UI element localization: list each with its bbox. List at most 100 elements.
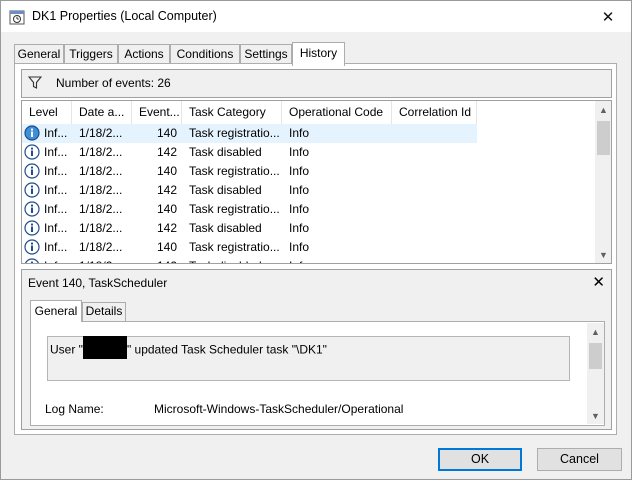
table-row[interactable]: Inf... 1/18/2... 140 Task registratio... Inf…: [22, 162, 477, 181]
tab-actions[interactable]: Actions: [118, 44, 170, 65]
filter-icon[interactable]: [28, 76, 42, 90]
history-panel: Number of events: 26 Level Date a... Eve…: [14, 63, 617, 435]
cell-task-category: Task registratio...: [189, 164, 280, 178]
column-header-task-category[interactable]: Task Category: [182, 101, 282, 124]
cell-operational-code: Info: [289, 202, 310, 216]
detail-tab-general[interactable]: General: [30, 300, 82, 322]
tab-conditions[interactable]: Conditions: [170, 44, 240, 65]
detail-scroll-up-arrow-icon[interactable]: ▲: [587, 323, 604, 340]
cell-date: 1/18/2...: [79, 257, 131, 263]
info-icon: [24, 163, 40, 179]
cell-date: 1/18/2...: [79, 240, 123, 254]
event-message: User " " updated Task Scheduler task "\DK…: [50, 336, 327, 359]
cell-date: 1/18/2...: [79, 145, 123, 159]
info-icon: [24, 144, 40, 160]
column-header-correlation-id[interactable]: Correlation Id: [392, 101, 477, 124]
info-icon: [24, 125, 40, 141]
tab-triggers[interactable]: Triggers: [64, 44, 118, 65]
history-toolbar: Number of events: 26: [21, 69, 612, 98]
cell-operational-code: Info: [289, 145, 310, 159]
table-row[interactable]: Inf... 1/18/2... 142 Task disabled Info: [22, 181, 477, 200]
cell-level: Inf...: [44, 240, 68, 254]
info-icon: [24, 220, 40, 236]
cell-event: 142: [156, 221, 177, 235]
task-scheduler-icon: [9, 10, 25, 25]
cell-task-category: Task disabled: [189, 257, 281, 263]
redacted-username: [82, 336, 127, 359]
cell-event: 140: [156, 202, 177, 216]
cell-operational-code: Info: [289, 164, 310, 178]
cell-level: Inf...: [44, 126, 68, 140]
cell-event: 140: [156, 164, 177, 178]
detail-general-panel: User " " updated Task Scheduler task "\DK…: [30, 321, 605, 426]
message-prefix: User ": [50, 342, 83, 357]
event-count: Number of events: 26: [56, 76, 171, 90]
cell-date: 1/18/2...: [79, 221, 123, 235]
cell-task-category: Task registratio...: [189, 240, 280, 254]
table-row[interactable]: Inf... 1/18/2... 140 Task registratio... Inf…: [22, 124, 477, 143]
cell-operational-code: Info: [289, 126, 310, 140]
cell-event: 142: [156, 183, 177, 197]
table-row[interactable]: Inf... 1/18/2...142 Task disabled Info: [22, 257, 477, 263]
table-row[interactable]: Inf... 1/18/2... 142 Task disabled Info: [22, 143, 477, 162]
info-icon: [24, 201, 40, 217]
column-header-date[interactable]: Date a...: [72, 101, 132, 124]
properties-dialog: DK1 Properties (Local Computer) ✕ Genera…: [0, 0, 632, 480]
title-bar[interactable]: DK1 Properties (Local Computer) ✕: [1, 1, 631, 32]
event-message-box[interactable]: User " " updated Task Scheduler task "\DK…: [47, 336, 570, 381]
cell-task-category: Task registratio...: [189, 202, 280, 216]
detail-close-icon[interactable]: ✕: [592, 273, 605, 291]
cell-event: 140: [156, 240, 177, 254]
cell-task-category: Task disabled: [189, 183, 262, 197]
ok-button[interactable]: OK: [438, 448, 522, 471]
info-icon: [25, 258, 39, 263]
table-row[interactable]: Inf... 1/18/2... 140 Task registratio... Inf…: [22, 238, 477, 257]
tab-history[interactable]: History: [292, 42, 345, 66]
cell-date: 1/18/2...: [79, 126, 123, 140]
detail-scroll-down-arrow-icon[interactable]: ▼: [587, 407, 604, 424]
cell-event: 142: [156, 145, 177, 159]
cell-level: Inf...: [44, 202, 68, 216]
scroll-down-arrow-icon[interactable]: ▼: [595, 246, 611, 263]
tab-settings[interactable]: Settings: [240, 44, 292, 65]
detail-tab-details[interactable]: Details: [82, 302, 126, 321]
cancel-button[interactable]: Cancel: [537, 448, 622, 471]
cell-task-category: Task disabled: [189, 221, 262, 235]
table-row[interactable]: Inf...1/18/2...142Task disabledInfo: [22, 219, 477, 238]
cell-task-category: Task disabled: [189, 145, 262, 159]
message-suffix: " updated Task Scheduler task "\DK1": [126, 342, 327, 357]
window-close-button[interactable]: ✕: [585, 1, 631, 32]
cell-level: Inf...: [44, 221, 68, 235]
cell-event: 142: [132, 257, 177, 263]
cell-level: Inf...: [44, 164, 68, 178]
cell-date: 1/18/2...: [79, 164, 123, 178]
cell-level: Inf...: [44, 257, 72, 263]
info-icon: [24, 239, 40, 255]
event-detail-pane: Event 140, TaskScheduler ✕ General Detai…: [21, 269, 612, 430]
table-row[interactable]: Inf... 1/18/2... 140 Task registratio... Inf…: [22, 200, 477, 219]
cell-date: 1/18/2...: [79, 183, 123, 197]
cell-operational-code: Info: [289, 240, 310, 254]
cell-level: Inf...: [44, 183, 68, 197]
cell-operational-code: Info: [289, 257, 389, 263]
log-name-label: Log Name:: [45, 402, 104, 416]
cell-date: 1/18/2...: [79, 202, 123, 216]
window-title: DK1 Properties (Local Computer): [32, 9, 217, 23]
column-header-event[interactable]: Event...: [132, 101, 182, 124]
cell-operational-code: Info: [289, 183, 310, 197]
event-detail-title: Event 140, TaskScheduler: [28, 276, 168, 290]
column-header-level[interactable]: Level: [22, 101, 72, 124]
scroll-thumb[interactable]: [597, 121, 610, 155]
info-icon: [24, 182, 40, 198]
detail-scrollbar[interactable]: ▲ ▼: [587, 323, 604, 424]
events-grid: Level Date a... Event... Task Category O…: [21, 100, 612, 264]
cell-level: Inf...: [44, 145, 68, 159]
column-header-operational-code[interactable]: Operational Code: [282, 101, 392, 124]
cell-task-category: Task registratio...: [189, 126, 280, 140]
log-name-value: Microsoft-Windows-TaskScheduler/Operatio…: [154, 402, 404, 416]
detail-scroll-thumb[interactable]: [589, 343, 602, 369]
tab-general[interactable]: General: [14, 44, 64, 65]
events-scrollbar[interactable]: ▲ ▼: [595, 101, 611, 263]
cell-event: 140: [156, 126, 177, 140]
scroll-up-arrow-icon[interactable]: ▲: [595, 101, 611, 118]
